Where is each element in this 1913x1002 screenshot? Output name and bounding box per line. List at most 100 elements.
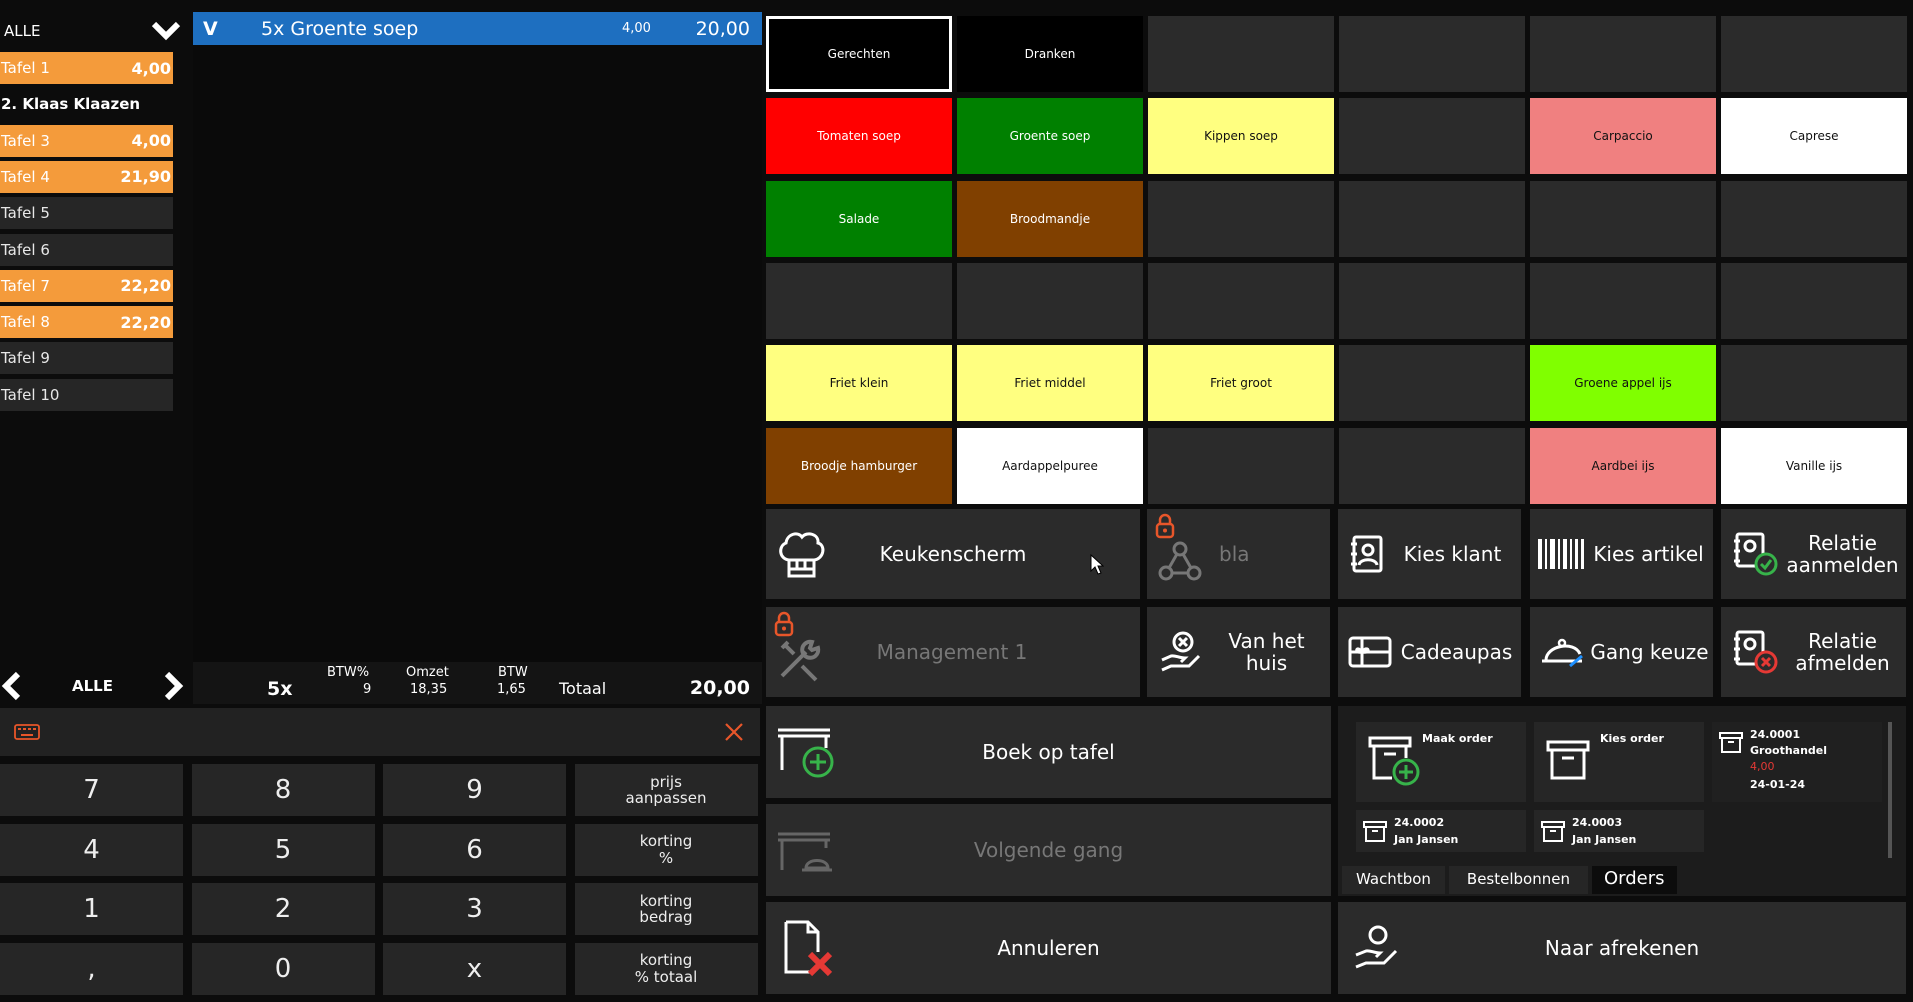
- empty-tile[interactable]: [1148, 262, 1334, 339]
- empty-tile[interactable]: [1339, 16, 1525, 92]
- empty-tile[interactable]: [1148, 180, 1334, 257]
- keypad-key[interactable]: 1: [0, 883, 183, 935]
- table-row[interactable]: Tafel 8 22,20: [0, 306, 173, 339]
- tab-bestelbonnen[interactable]: Bestelbonnen: [1448, 866, 1588, 894]
- chevron-down-icon[interactable]: [151, 20, 181, 42]
- product-tile[interactable]: Groene appel ijs: [1530, 345, 1716, 422]
- product-tile[interactable]: Aardbei ijs: [1530, 427, 1716, 504]
- keypad-key[interactable]: 3: [383, 883, 566, 935]
- keypad-key[interactable]: ,: [0, 942, 183, 995]
- keyboard-icon[interactable]: [14, 724, 40, 740]
- empty-tile[interactable]: [1530, 16, 1716, 92]
- van-het-huis-label: Van het huis: [1228, 629, 1305, 675]
- product-tile[interactable]: Broodmandje: [957, 180, 1143, 257]
- empty-tile[interactable]: [1530, 262, 1716, 339]
- keypad-input[interactable]: [0, 708, 760, 756]
- kies-klant-button[interactable]: Kies klant: [1338, 509, 1521, 599]
- order-line[interactable]: V 5x Groente soep 4,00 20,00: [193, 12, 762, 45]
- empty-tile[interactable]: [1339, 427, 1525, 504]
- gang-keuze-button[interactable]: Gang keuze: [1530, 607, 1713, 697]
- empty-tile[interactable]: [1339, 345, 1525, 422]
- bla-button[interactable]: bla: [1147, 509, 1330, 599]
- table-row[interactable]: Tafel 6: [0, 233, 173, 266]
- management-label: Management 1: [876, 640, 1028, 664]
- table-row[interactable]: Tafel 1 4,00: [0, 52, 173, 84]
- tab-orders[interactable]: Orders: [1591, 866, 1677, 894]
- empty-tile[interactable]: [1339, 262, 1525, 339]
- chevron-left-icon[interactable]: [0, 671, 24, 701]
- keypad-side-key[interactable]: korting bedrag: [574, 883, 758, 935]
- keypad-key[interactable]: 4: [0, 823, 183, 876]
- product-tile[interactable]: Friet groot: [1148, 345, 1334, 422]
- product-tile[interactable]: Vanille ijs: [1721, 427, 1907, 504]
- keypad-key[interactable]: 5: [191, 823, 375, 876]
- empty-tile[interactable]: [1530, 180, 1716, 257]
- pager-label: ALLE: [72, 677, 113, 695]
- cadeaupas-button[interactable]: Cadeaupas: [1338, 607, 1521, 697]
- keypad-key[interactable]: 6: [383, 823, 566, 876]
- management-button[interactable]: Management 1: [766, 607, 1140, 697]
- box-add-icon: [1366, 732, 1422, 788]
- keypad-side-key[interactable]: korting %: [574, 823, 758, 876]
- chevron-right-icon[interactable]: [161, 671, 185, 701]
- keypad-key[interactable]: x: [383, 942, 566, 995]
- product-tile[interactable]: Aardappelpuree: [957, 427, 1143, 504]
- table-row[interactable]: Tafel 9: [0, 342, 173, 375]
- product-tile[interactable]: Friet klein: [766, 345, 952, 422]
- relatie-afmelden-button[interactable]: Relatie afmelden: [1721, 607, 1906, 697]
- van-het-huis-button[interactable]: Van het huis: [1147, 607, 1330, 697]
- naar-afrekenen-button[interactable]: Naar afrekenen: [1338, 902, 1906, 994]
- volgende-gang-button[interactable]: Volgende gang: [766, 804, 1331, 896]
- close-icon[interactable]: [724, 722, 744, 742]
- naar-afrekenen-label: Naar afrekenen: [1544, 936, 1700, 960]
- keypad-key[interactable]: 8: [191, 764, 375, 816]
- keypad-key[interactable]: 7: [0, 764, 183, 816]
- empty-tile[interactable]: [1721, 262, 1907, 339]
- annuleren-button[interactable]: Annuleren: [766, 902, 1331, 994]
- product-tile[interactable]: Kippen soep: [1148, 98, 1334, 175]
- maak-order-button[interactable]: Maak order: [1356, 722, 1526, 802]
- table-row[interactable]: Tafel 4 21,90: [0, 160, 173, 193]
- empty-tile[interactable]: [1339, 180, 1525, 257]
- tab-wachtbon[interactable]: Wachtbon: [1342, 866, 1445, 894]
- table-row[interactable]: Tafel 10: [0, 378, 173, 411]
- product-tile[interactable]: Carpaccio: [1530, 98, 1716, 175]
- keypad-key[interactable]: 2: [191, 883, 375, 935]
- keypad-side-key[interactable]: korting % totaal: [574, 942, 758, 995]
- product-tile[interactable]: Gerechten: [766, 16, 952, 92]
- product-tile[interactable]: Dranken: [957, 16, 1143, 92]
- table-row[interactable]: Tafel 7 22,20: [0, 269, 173, 302]
- product-tile[interactable]: Tomaten soep: [766, 98, 952, 175]
- relatie-aanmelden-button[interactable]: Relatie aanmelden: [1721, 509, 1906, 599]
- empty-tile[interactable]: [957, 262, 1143, 339]
- empty-tile[interactable]: [1148, 16, 1334, 92]
- empty-tile[interactable]: [766, 262, 952, 339]
- empty-tile[interactable]: [1721, 16, 1907, 92]
- table-row[interactable]: 2. Klaas Klaazen: [0, 88, 173, 121]
- keypad-key[interactable]: 9: [383, 764, 566, 816]
- empty-tile[interactable]: [1721, 180, 1907, 257]
- product-tile[interactable]: Salade: [766, 180, 952, 257]
- order-card[interactable]: 24.0003 Jan Jansen: [1534, 810, 1704, 852]
- product-tile[interactable]: Groente soep: [957, 98, 1143, 175]
- order-card[interactable]: 24.0002 Jan Jansen: [1356, 810, 1526, 852]
- product-tile[interactable]: Friet middel: [957, 345, 1143, 422]
- order-card[interactable]: 24.0001 Groothandel 4,00 24-01-24: [1712, 722, 1882, 802]
- keypad-side-key[interactable]: prijs aanpassen: [574, 764, 758, 816]
- table-filter[interactable]: ALLE: [0, 14, 185, 48]
- product-tile[interactable]: Broodje hamburger: [766, 427, 952, 504]
- table-row[interactable]: Tafel 3 4,00: [0, 124, 173, 157]
- empty-tile[interactable]: [1721, 345, 1907, 422]
- kies-order-button[interactable]: Kies order: [1534, 722, 1704, 802]
- orders-scrollbar[interactable]: [1888, 722, 1892, 858]
- kies-artikel-button[interactable]: Kies artikel: [1530, 509, 1713, 599]
- table-bell-icon: [774, 822, 840, 878]
- product-tile[interactable]: Caprese: [1721, 98, 1907, 175]
- empty-tile[interactable]: [1148, 427, 1334, 504]
- boek-op-tafel-button[interactable]: Boek op tafel: [766, 706, 1331, 798]
- table-filter-label: ALLE: [4, 22, 41, 40]
- table-row[interactable]: Tafel 5: [0, 197, 173, 230]
- keypad-key[interactable]: 0: [191, 942, 375, 995]
- keukenscherm-button[interactable]: Keukenscherm: [766, 509, 1140, 599]
- empty-tile[interactable]: [1339, 98, 1525, 175]
